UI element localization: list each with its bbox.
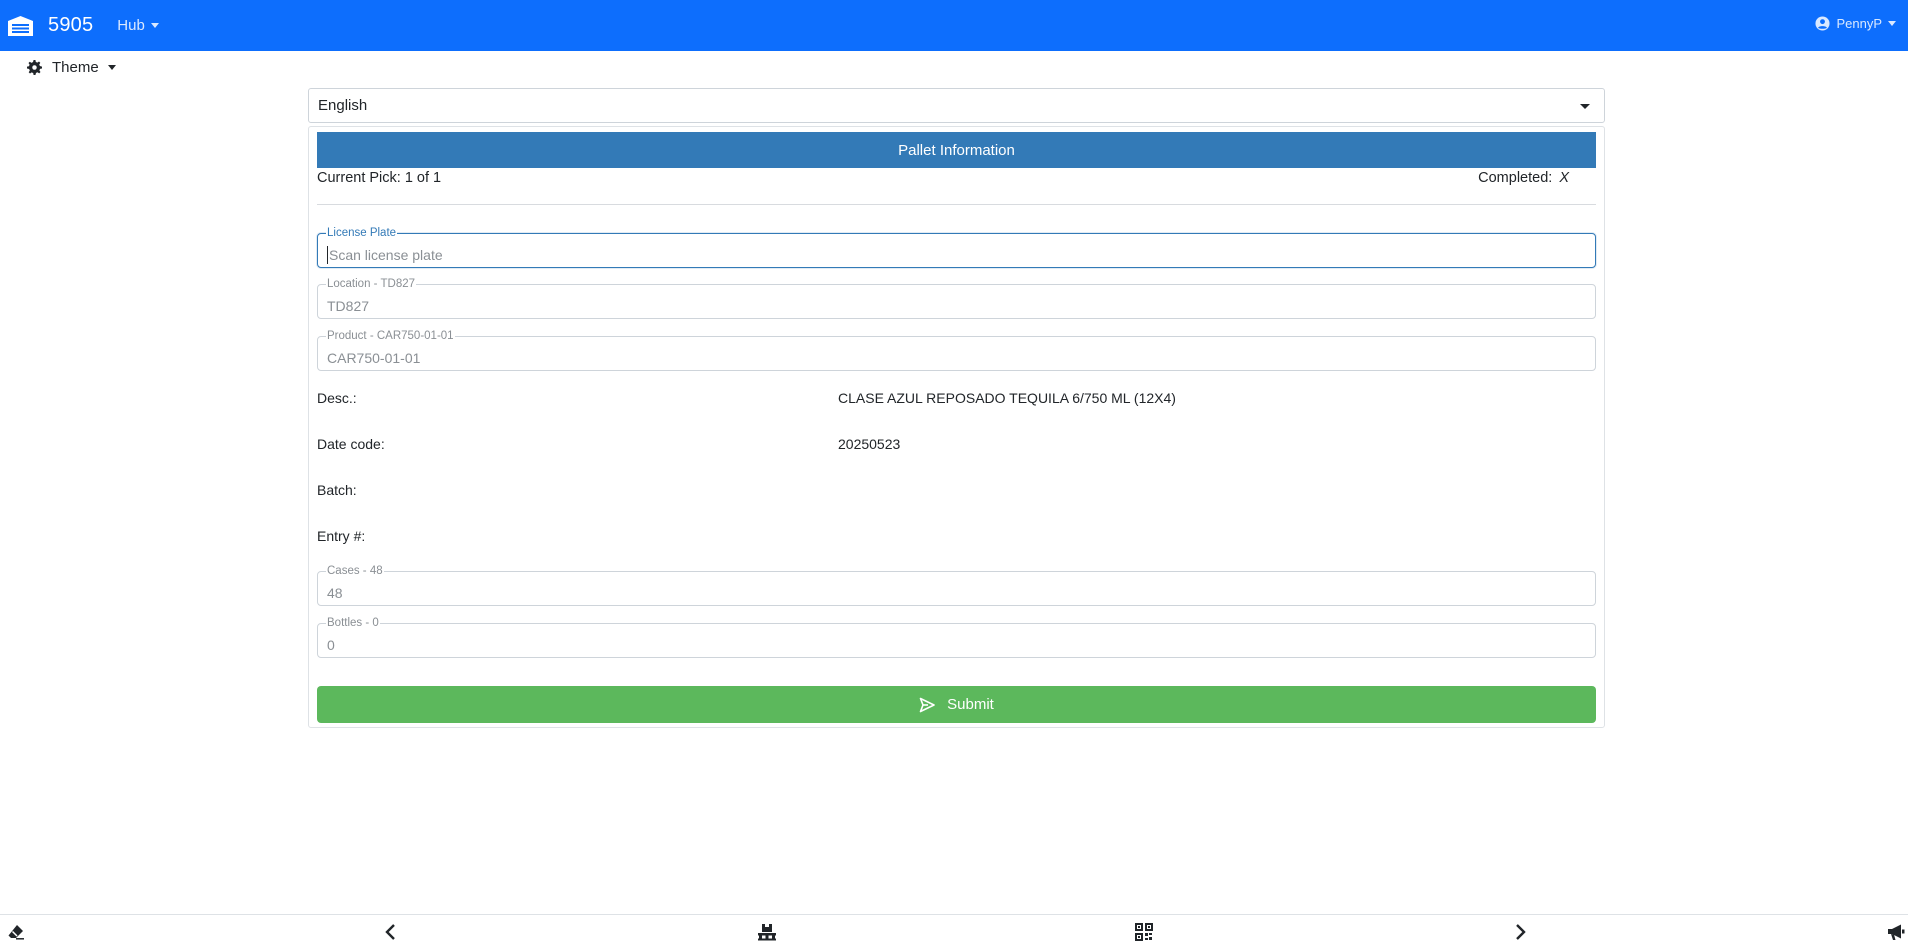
license-plate-field: License Plate — [317, 227, 1596, 268]
desc-label: Desc.: — [317, 390, 357, 406]
eraser-button[interactable] — [6, 923, 26, 941]
pallet-information-header: Pallet Information — [317, 132, 1596, 168]
date-code-label: Date code: — [317, 436, 385, 452]
megaphone-icon — [1888, 924, 1905, 940]
language-select[interactable]: English — [308, 88, 1605, 123]
top-navbar: 5905 Hub PennyP — [0, 0, 1908, 51]
chevron-right-icon — [1516, 924, 1526, 940]
warehouse-icon — [8, 16, 33, 36]
qr-scan-button[interactable] — [1134, 923, 1154, 941]
current-pick: Current Pick: 1 of 1 — [317, 170, 442, 186]
date-code-value: 20250523 — [838, 436, 901, 452]
desc-value: CLASE AZUL REPOSADO TEQUILA 6/750 ML (12… — [838, 390, 1176, 406]
user-circle-icon — [1815, 16, 1830, 31]
brand[interactable]: 5905 — [7, 14, 93, 37]
divider — [317, 204, 1596, 205]
announcements-button[interactable] — [1886, 923, 1906, 941]
pick-status-row: Current Pick: 1 of 1 Completed: X — [317, 170, 1596, 186]
product-field: Product - CAR750-01-01 — [317, 330, 1596, 371]
location-label: Location - TD827 — [326, 278, 417, 291]
license-plate-input[interactable] — [327, 246, 1577, 264]
previous-button[interactable] — [381, 923, 401, 941]
location-field: Location - TD827 — [317, 278, 1596, 319]
user-name: PennyP — [1836, 16, 1882, 31]
submit-label: Submit — [947, 696, 994, 713]
qr-code-icon — [1135, 923, 1153, 941]
cases-input[interactable] — [327, 584, 1577, 602]
license-plate-label: License Plate — [326, 227, 398, 240]
pallet-icon — [758, 924, 776, 941]
batch-label: Batch: — [317, 482, 357, 498]
completed-status: Completed: X — [1478, 170, 1569, 186]
location-input[interactable] — [327, 297, 1577, 315]
completed-label: Completed: — [1478, 170, 1553, 186]
hub-label: Hub — [117, 17, 145, 34]
theme-label: Theme — [52, 59, 99, 76]
cases-label: Cases - 48 — [326, 565, 384, 578]
bottles-label: Bottles - 0 — [326, 617, 380, 630]
theme-dropdown[interactable]: Theme — [27, 59, 116, 76]
product-label: Product - CAR750-01-01 — [326, 330, 455, 343]
product-input[interactable] — [327, 349, 1577, 367]
gear-icon — [27, 60, 42, 75]
bottles-input[interactable] — [327, 636, 1577, 654]
eraser-icon — [8, 925, 24, 940]
user-dropdown[interactable]: PennyP — [1815, 16, 1896, 31]
chevron-down-icon — [1580, 104, 1590, 109]
bottles-field: Bottles - 0 — [317, 617, 1596, 658]
language-selected: English — [318, 97, 368, 114]
bottom-toolbar — [0, 914, 1908, 946]
entry-label: Entry #: — [317, 528, 366, 544]
hub-dropdown[interactable]: Hub — [117, 17, 159, 34]
cases-field: Cases - 48 — [317, 565, 1596, 606]
chevron-down-icon — [107, 65, 116, 70]
brand-number: 5905 — [48, 14, 94, 36]
chevron-down-icon — [1888, 21, 1896, 26]
next-button[interactable] — [1510, 923, 1530, 941]
chevron-left-icon — [385, 924, 395, 940]
pallet-button[interactable] — [757, 923, 777, 941]
send-icon — [919, 697, 935, 712]
completed-value: X — [1559, 170, 1569, 186]
submit-button[interactable]: Submit — [317, 686, 1596, 723]
chevron-down-icon — [150, 23, 159, 28]
